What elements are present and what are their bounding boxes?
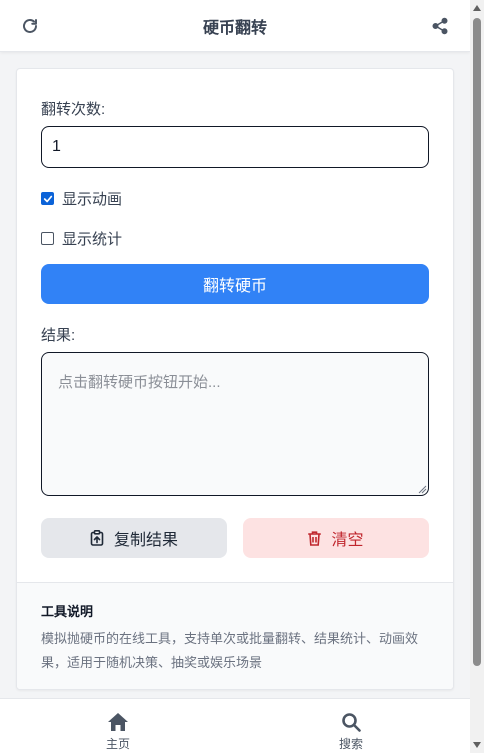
- animation-label: 显示动画: [62, 191, 123, 208]
- clear-button[interactable]: 清空: [243, 518, 429, 558]
- result-textarea[interactable]: [41, 352, 429, 496]
- result-label: 结果:: [41, 327, 76, 344]
- nav-home-label: 主页: [105, 737, 130, 751]
- animation-option[interactable]: 显示动画: [41, 188, 122, 209]
- scrollbar-thumb[interactable]: [473, 18, 481, 666]
- count-label: 翻转次数:: [41, 101, 106, 118]
- description-text: 模拟抛硬币的在线工具，支持单次或批量翻转、结果统计、动画效果，适用于随机决策、抽…: [41, 631, 419, 670]
- home-icon: [108, 713, 128, 731]
- search-icon: [342, 713, 361, 732]
- animation-checkbox[interactable]: [41, 192, 54, 205]
- nav-search[interactable]: 搜索: [321, 712, 381, 752]
- tool-description: 工具说明 模拟抛硬币的在线工具，支持单次或批量翻转、结果统计、动画效果，适用于随…: [17, 582, 453, 689]
- refresh-icon[interactable]: [18, 14, 42, 38]
- flip-coin-button[interactable]: 翻转硬币: [41, 264, 429, 304]
- share-icon[interactable]: [428, 14, 452, 38]
- nav-search-label: 搜索: [338, 737, 363, 751]
- bottom-nav: 主页 搜索: [0, 698, 470, 753]
- resize-grip-icon[interactable]: [417, 484, 427, 494]
- trash-icon: [308, 530, 322, 546]
- stats-label: 显示统计: [62, 231, 123, 248]
- description-title: 工具说明: [41, 604, 94, 619]
- clipboard-icon: [90, 530, 104, 546]
- tool-card: 翻转次数: 显示动画 显示统计 翻转硬币 结果: 复制结果 清空: [16, 68, 454, 690]
- scroll-down-arrow-icon[interactable]: [472, 741, 482, 749]
- count-input[interactable]: [41, 126, 429, 168]
- stats-option[interactable]: 显示统计: [41, 228, 122, 249]
- top-bar: 硬币翻转: [0, 0, 470, 52]
- stats-checkbox[interactable]: [41, 232, 54, 245]
- copy-result-label: 复制结果: [113, 532, 178, 549]
- copy-result-button[interactable]: 复制结果: [41, 518, 227, 558]
- clear-label: 清空: [331, 532, 364, 549]
- page-title: 硬币翻转: [202, 19, 267, 37]
- nav-home[interactable]: 主页: [88, 712, 148, 752]
- scroll-up-arrow-icon[interactable]: [472, 4, 482, 12]
